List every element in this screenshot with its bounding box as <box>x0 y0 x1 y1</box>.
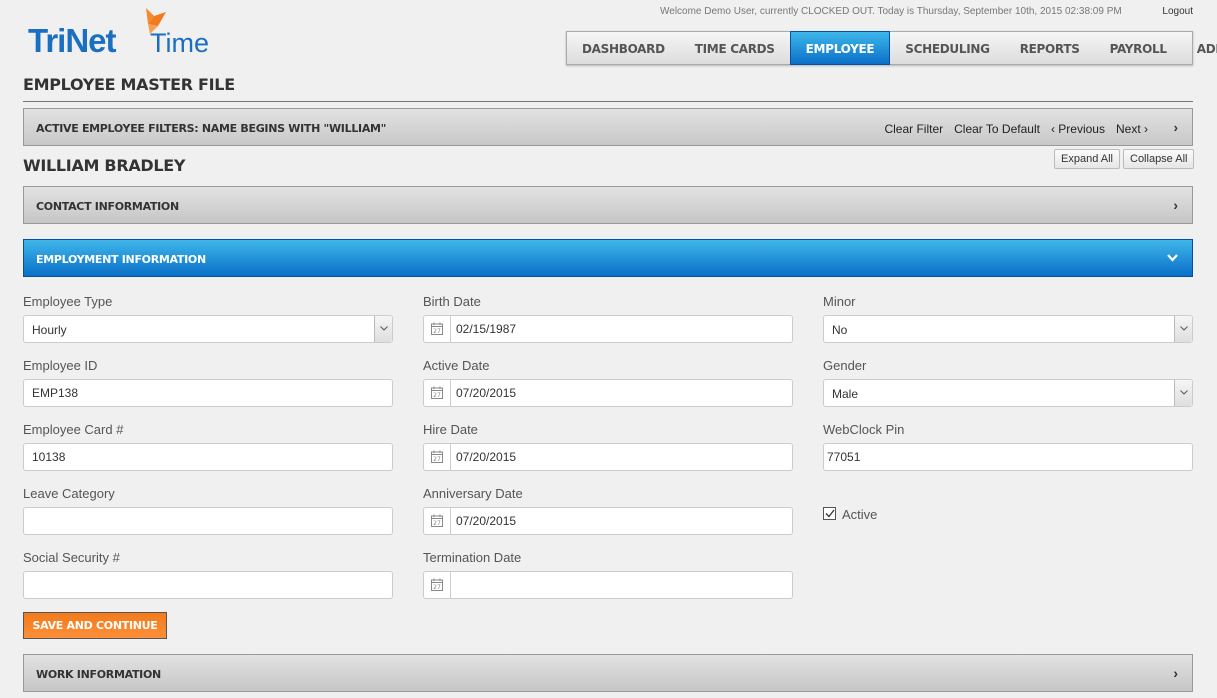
calendar-icon[interactable]: 27 <box>424 316 451 342</box>
chevron-right-icon: › <box>1173 197 1178 213</box>
expand-all-button[interactable]: Expand All <box>1054 149 1120 169</box>
birth-date-field[interactable]: 27 <box>423 315 793 343</box>
employee-type-label: Employee Type <box>23 294 113 309</box>
panel-employment-information[interactable]: EMPLOYMENT INFORMATION <box>23 239 1193 277</box>
title-divider <box>23 101 1193 102</box>
calendar-icon[interactable]: 27 <box>424 444 451 470</box>
employee-id-field[interactable] <box>23 379 393 407</box>
svg-text:27: 27 <box>433 392 441 399</box>
panel-contact-information[interactable]: CONTACT INFORMATION › <box>23 186 1193 224</box>
employee-type-value: Hourly <box>32 323 67 337</box>
nav-employee[interactable]: EMPLOYEE <box>789 31 891 65</box>
svg-text:27: 27 <box>433 584 441 591</box>
svg-text:27: 27 <box>433 520 441 527</box>
panel-title: WORK INFORMATION <box>36 668 161 681</box>
page-title: EMPLOYEE MASTER FILE <box>23 75 235 94</box>
active-date-label: Active Date <box>423 358 490 373</box>
logo-text: TriNet <box>28 22 117 59</box>
webclock-pin-input[interactable] <box>824 444 1192 470</box>
minor-value: No <box>832 323 848 337</box>
checkmark-icon <box>825 509 835 518</box>
birth-date-input[interactable] <box>424 316 792 342</box>
termination-date-field[interactable]: 27 <box>423 571 793 599</box>
nav-payroll[interactable]: PAYROLL <box>1095 32 1182 64</box>
employee-name: WILLIAM BRADLEY <box>23 156 186 175</box>
minor-select[interactable]: No <box>823 315 1193 343</box>
filter-bar: ACTIVE EMPLOYEE FILTERS: NAME BEGINS WIT… <box>23 108 1193 146</box>
filter-actions: Clear Filter Clear To Default ‹ Previous… <box>884 122 1148 136</box>
employee-type-select[interactable]: Hourly <box>23 315 393 343</box>
webclock-pin-label: WebClock Pin <box>823 422 905 437</box>
welcome-status: Welcome Demo User, currently CLOCKED OUT… <box>660 6 1122 17</box>
hire-date-label: Hire Date <box>423 422 478 437</box>
nav-time-cards[interactable]: TIME CARDS <box>680 32 790 64</box>
hire-date-field[interactable]: 27 <box>423 443 793 471</box>
panel-title: EMPLOYMENT INFORMATION <box>36 253 206 266</box>
calendar-icon[interactable]: 27 <box>424 380 451 406</box>
calendar-icon[interactable]: 27 <box>424 508 451 534</box>
ssn-input[interactable] <box>24 572 392 598</box>
gender-value: Male <box>832 387 859 401</box>
active-label: Active <box>842 507 878 522</box>
employee-id-label: Employee ID <box>23 358 98 373</box>
next-link[interactable]: Next › <box>1116 122 1148 136</box>
ssn-label: Social Security # <box>23 550 120 565</box>
nav-scheduling[interactable]: SCHEDULING <box>890 32 1004 64</box>
termination-date-input[interactable] <box>424 572 792 598</box>
gender-select[interactable]: Male <box>823 379 1193 407</box>
nav-dashboard[interactable]: DASHBOARD <box>567 32 680 64</box>
nav-admin[interactable]: ADMIN <box>1182 32 1217 64</box>
gender-label: Gender <box>823 358 867 373</box>
save-and-continue-button[interactable]: SAVE AND CONTINUE <box>23 612 167 639</box>
anniversary-date-label: Anniversary Date <box>423 486 523 501</box>
employee-card-field[interactable] <box>23 443 393 471</box>
panel-work-information[interactable]: WORK INFORMATION › <box>23 654 1193 692</box>
main-nav: DASHBOARD TIME CARDS EMPLOYEE SCHEDULING… <box>566 31 1217 65</box>
chevron-right-icon: › <box>1173 665 1178 681</box>
clear-to-default-link[interactable]: Clear To Default <box>954 122 1040 136</box>
webclock-pin-field[interactable] <box>823 443 1193 471</box>
ssn-field[interactable] <box>23 571 393 599</box>
anniversary-date-field[interactable]: 27 <box>423 507 793 535</box>
termination-date-label: Termination Date <box>423 550 522 565</box>
employee-id-input[interactable] <box>24 380 392 406</box>
employee-card-input[interactable] <box>24 444 392 470</box>
calendar-icon[interactable]: 27 <box>424 572 451 598</box>
minor-label: Minor <box>823 294 856 309</box>
hire-date-input[interactable] <box>424 444 792 470</box>
chevron-right-icon[interactable]: › <box>1174 120 1178 135</box>
anniversary-date-input[interactable] <box>424 508 792 534</box>
active-checkbox[interactable] <box>823 507 836 520</box>
trinet-time-logo: TriNet Time <box>28 6 238 62</box>
leave-category-input[interactable] <box>24 508 392 534</box>
previous-link[interactable]: ‹ Previous <box>1051 122 1105 136</box>
chevron-down-icon[interactable] <box>1174 380 1192 406</box>
chevron-down-icon[interactable] <box>1174 316 1192 342</box>
svg-text:27: 27 <box>433 456 441 463</box>
logo-subtext: Time <box>150 28 209 58</box>
nav-reports[interactable]: REPORTS <box>1005 32 1095 64</box>
active-date-input[interactable] <box>424 380 792 406</box>
panel-title: CONTACT INFORMATION <box>36 200 179 213</box>
chevron-down-icon <box>1167 251 1178 265</box>
svg-text:27: 27 <box>433 328 441 335</box>
clear-filter-link[interactable]: Clear Filter <box>884 122 943 136</box>
employee-card-label: Employee Card # <box>23 422 124 437</box>
leave-category-label: Leave Category <box>23 486 115 501</box>
chevron-down-icon[interactable] <box>374 316 392 342</box>
filter-label: ACTIVE EMPLOYEE FILTERS: NAME BEGINS WIT… <box>36 122 387 135</box>
active-date-field[interactable]: 27 <box>423 379 793 407</box>
leave-category-field[interactable] <box>23 507 393 535</box>
logout-link[interactable]: Logout <box>1162 6 1193 17</box>
collapse-all-button[interactable]: Collapse All <box>1123 149 1195 169</box>
birth-date-label: Birth Date <box>423 294 481 309</box>
